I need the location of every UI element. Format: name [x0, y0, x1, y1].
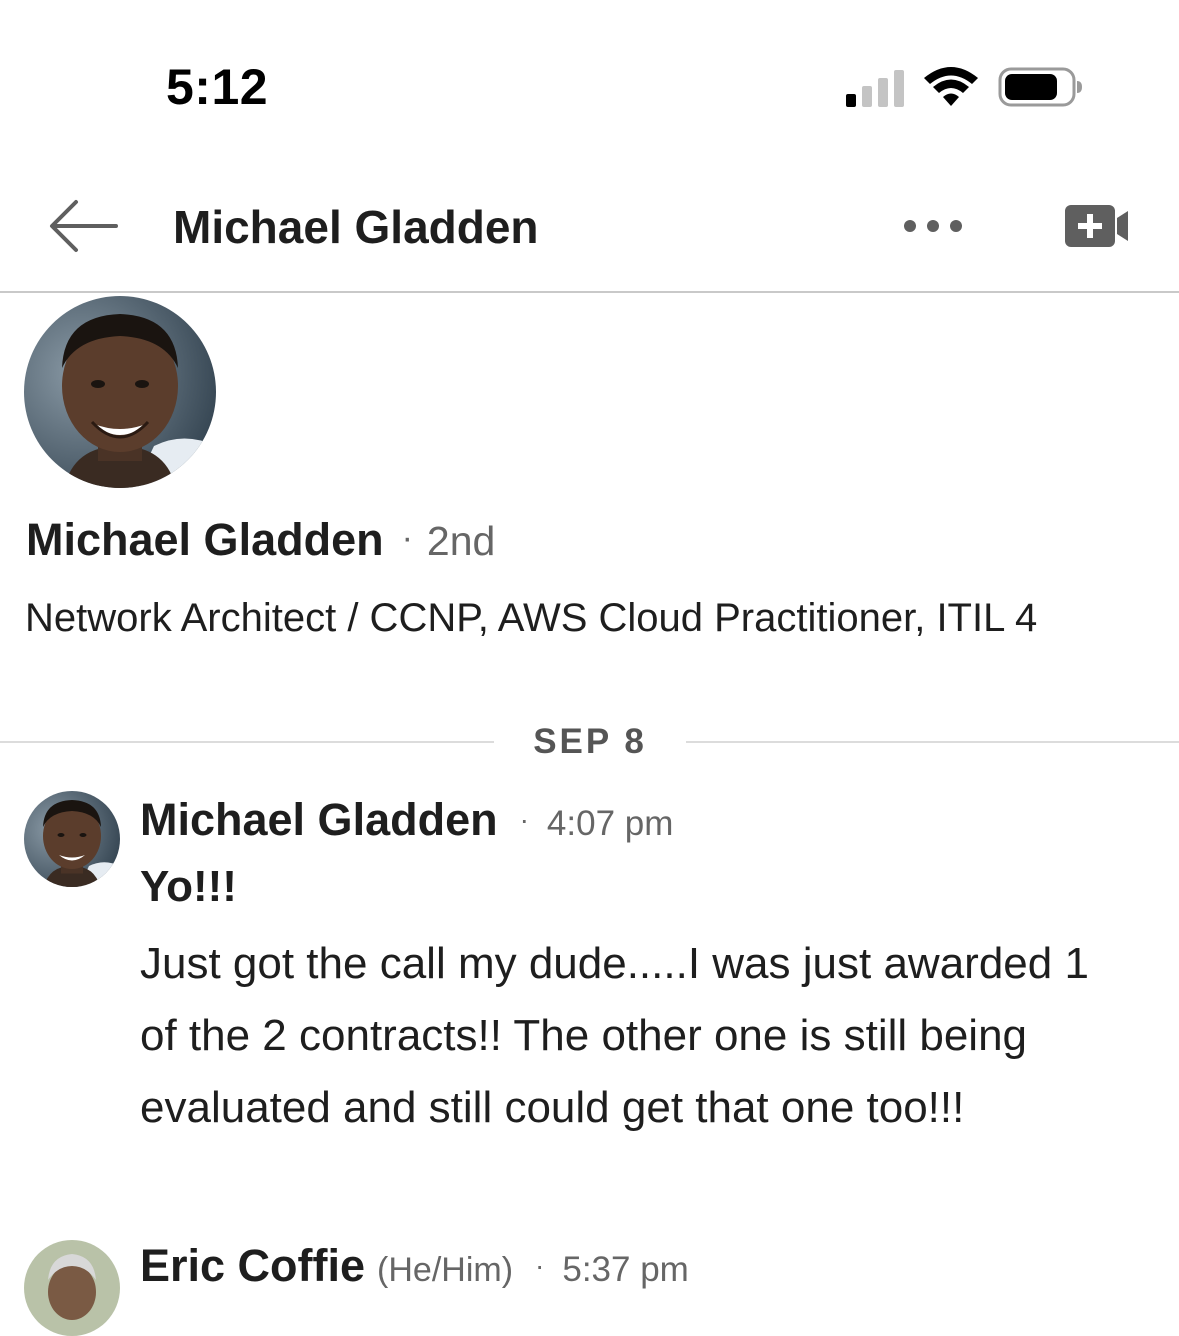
profile-photo [24, 296, 216, 488]
profile-name-row: Michael Gladden · 2nd [26, 514, 495, 566]
status-bar: 5:12 [0, 0, 1179, 170]
profile-avatar[interactable] [24, 296, 216, 488]
sender-photo [24, 1240, 120, 1336]
message-header: Michael Gladden · 4:07 pm [140, 794, 673, 846]
conversation-header: Michael Gladden [0, 170, 1179, 293]
conversation-title[interactable]: Michael Gladden [173, 200, 539, 254]
cellular-signal-icon [846, 70, 904, 107]
more-options-button[interactable] [893, 200, 973, 252]
profile-name[interactable]: Michael Gladden [26, 514, 384, 565]
message-time: 4:07 pm [546, 804, 674, 843]
divider-line [686, 741, 1179, 743]
separator-dot: · [535, 1250, 545, 1281]
arrow-left-icon [50, 200, 118, 252]
wifi-icon [924, 67, 978, 106]
message-sender[interactable]: Eric Coffie [140, 1240, 365, 1291]
sender-pronouns: (He/Him) [377, 1251, 514, 1289]
message-body: Just got the call my dude.....I was just… [140, 939, 1089, 1132]
divider-line [0, 741, 494, 743]
battery-icon [998, 67, 1082, 107]
connection-degree: 2nd [426, 518, 496, 564]
back-button[interactable] [44, 194, 124, 258]
video-call-button[interactable] [1058, 200, 1138, 252]
separator-dot: · [401, 519, 413, 557]
message-time: 5:37 pm [562, 1250, 689, 1289]
more-horizontal-icon [904, 220, 962, 232]
video-call-icon [1065, 205, 1128, 247]
date-divider: SEP 8 [0, 722, 1179, 762]
status-time: 5:12 [166, 59, 269, 115]
sender-avatar[interactable] [24, 791, 120, 887]
profile-headline: Network Architect / CCNP, AWS Cloud Prac… [25, 596, 1038, 640]
date-label: SEP 8 [533, 722, 647, 761]
message-greeting: Yo!!! [140, 862, 237, 911]
message-sender[interactable]: Michael Gladden [140, 794, 498, 845]
sender-photo [24, 791, 120, 887]
separator-dot: · [519, 804, 529, 835]
sender-avatar[interactable] [24, 1240, 120, 1336]
message-header: Eric Coffie (He/Him) · 5:37 pm [140, 1240, 689, 1292]
